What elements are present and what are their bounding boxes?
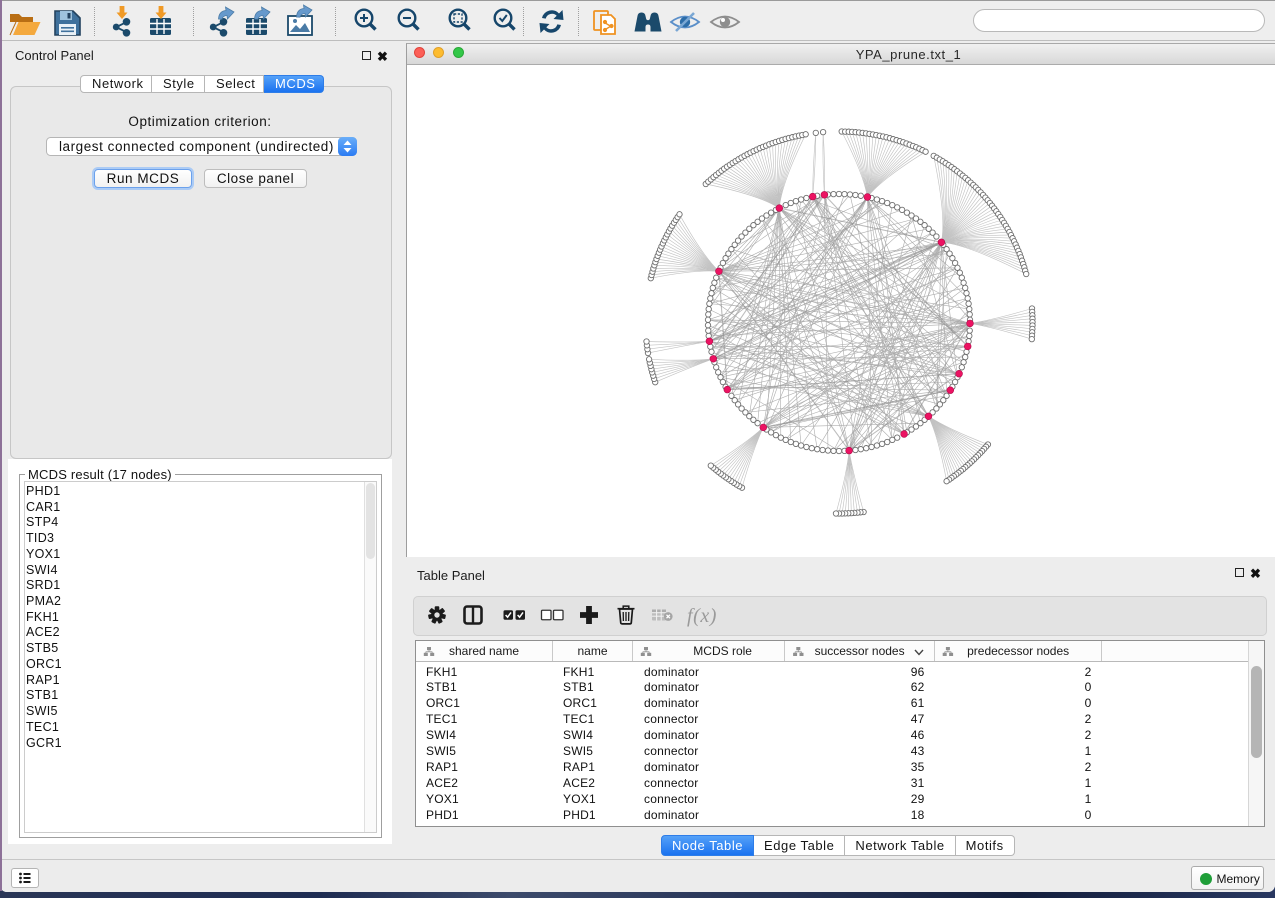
svg-text:f(x): f(x) xyxy=(687,605,717,627)
